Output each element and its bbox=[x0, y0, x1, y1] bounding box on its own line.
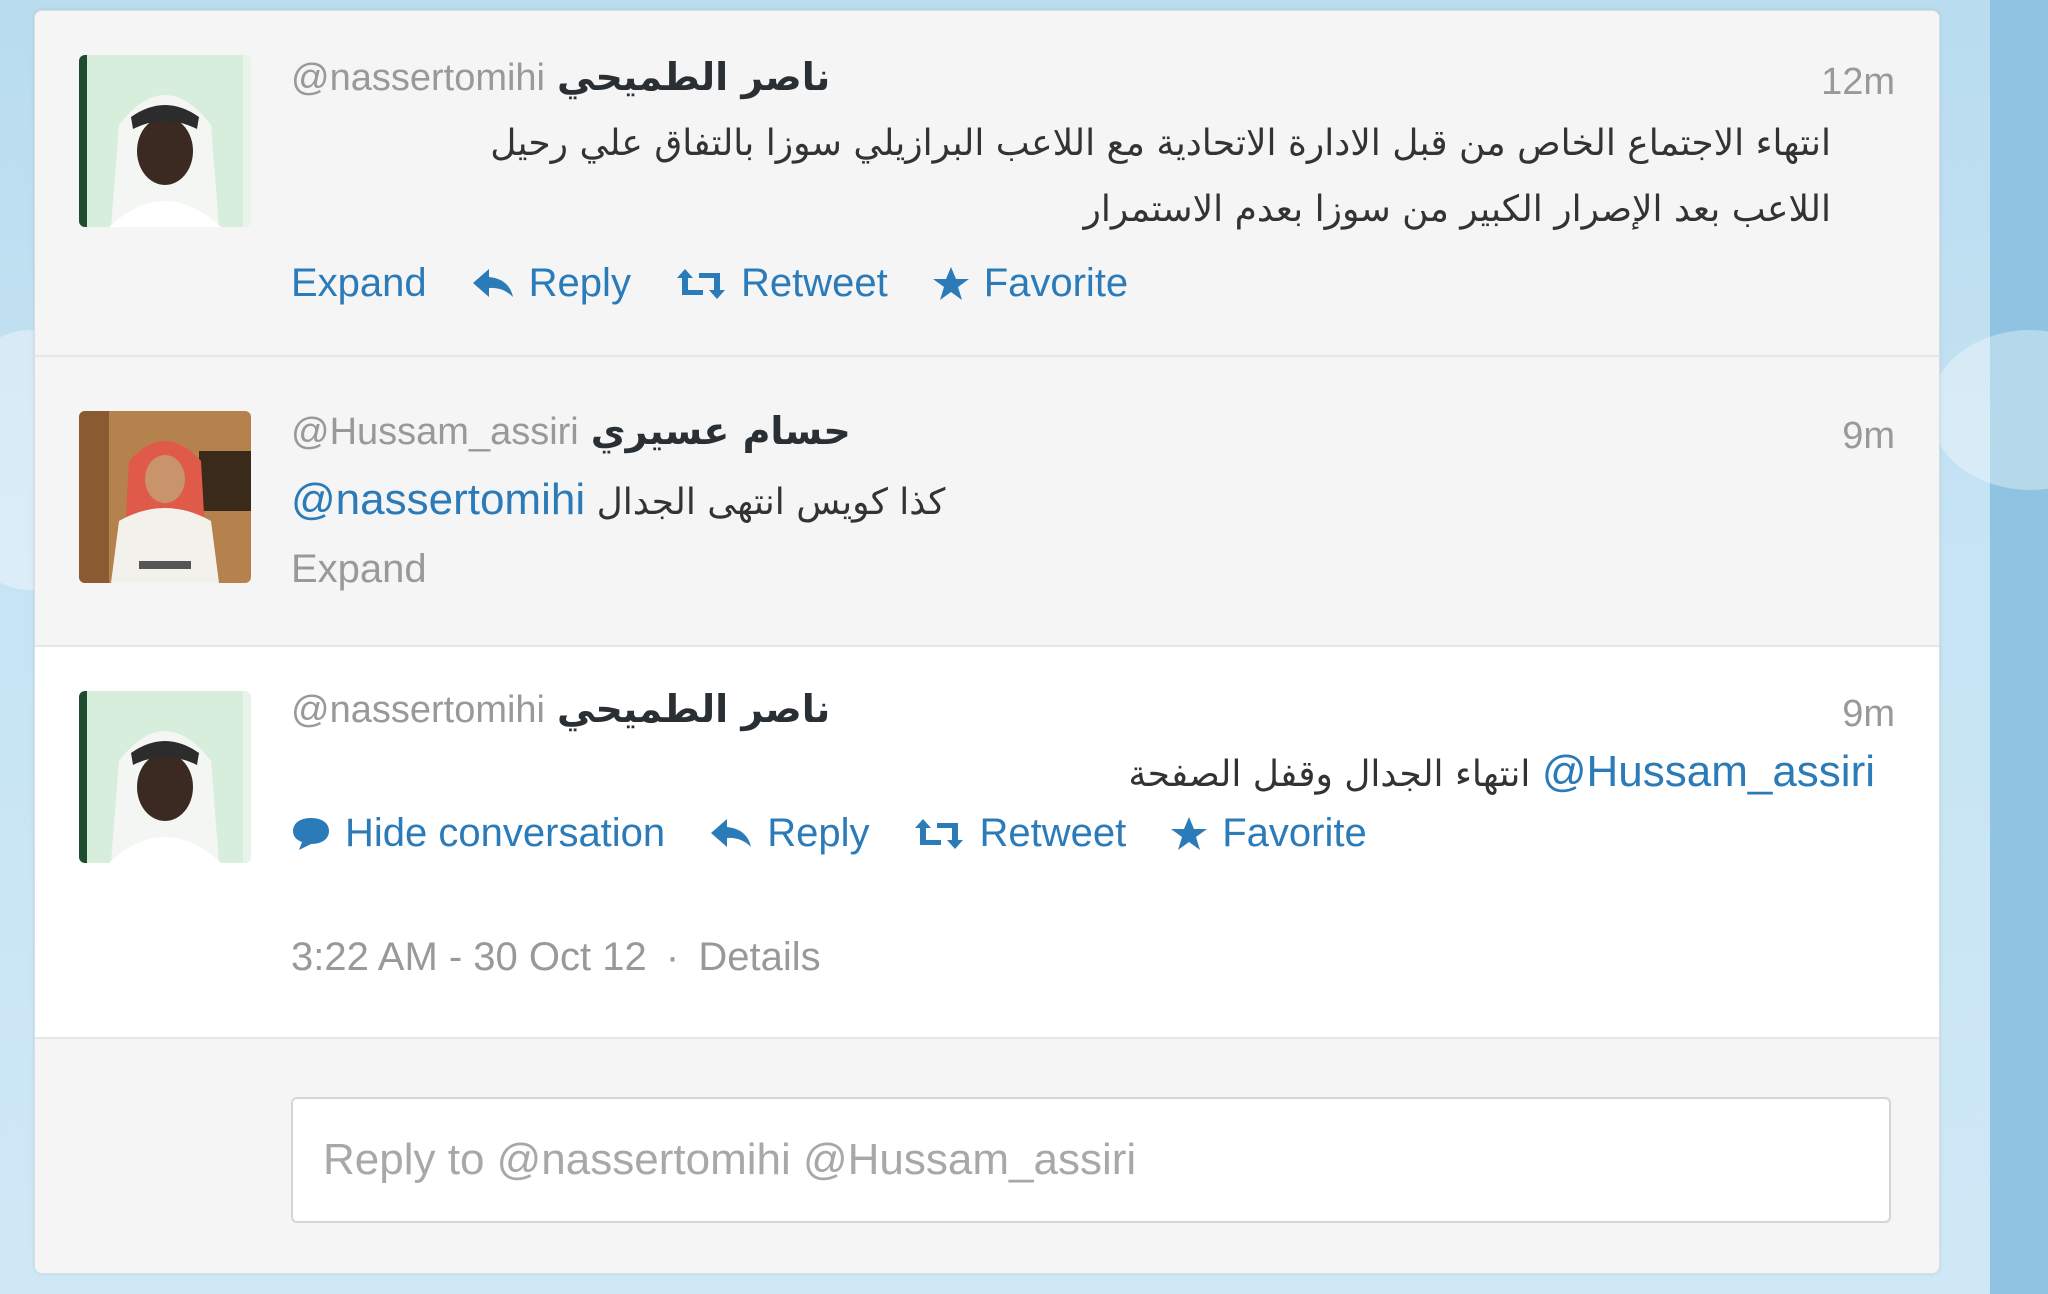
tweet-time[interactable]: 12m bbox=[1821, 61, 1895, 104]
tweet-header: @nassertomihi ناصر الطميحي bbox=[291, 687, 830, 732]
screen-name[interactable]: @Hussam_assiri bbox=[291, 411, 579, 453]
retweet-label: Retweet bbox=[979, 811, 1127, 855]
favorite-button[interactable]: Favorite bbox=[1170, 811, 1367, 856]
tweet-text-line: اللاعب بعد الإصرار الكبير من سوزا بعدم ا… bbox=[1083, 189, 1832, 230]
meta-separator: · bbox=[665, 935, 680, 979]
reply-area bbox=[35, 1039, 1939, 1273]
reply-input[interactable] bbox=[291, 1097, 1891, 1223]
tweet-text: انتهاء الاجتماع الخاص من قبل الادارة الا… bbox=[291, 111, 1831, 243]
tweet-text-line: انتهاء الاجتماع الخاص من قبل الادارة الا… bbox=[490, 123, 1831, 164]
favorite-label: Favorite bbox=[1222, 811, 1367, 855]
retweet-icon bbox=[676, 268, 725, 299]
star-icon bbox=[1171, 816, 1208, 850]
speech-bubble-icon bbox=[293, 817, 329, 850]
background-cloud bbox=[1930, 330, 2048, 490]
tweet-meta: 3:22 AM - 30 Oct 12 · Details bbox=[291, 935, 821, 980]
retweet-icon bbox=[915, 818, 964, 849]
tweet-text: @Hussam_assiri انتهاء الجدال وقفل الصفحة bbox=[995, 739, 1875, 808]
favorite-button[interactable]: Favorite bbox=[932, 261, 1129, 306]
mention-link[interactable]: @Hussam_assiri bbox=[1542, 747, 1875, 796]
hide-conversation-button[interactable]: Hide conversation bbox=[291, 811, 665, 856]
full-name[interactable]: ناصر الطميحي bbox=[557, 687, 830, 731]
star-icon bbox=[932, 266, 969, 300]
reply-label: Reply bbox=[528, 261, 631, 305]
full-name[interactable]: حسام عسيري bbox=[591, 409, 851, 453]
tweet[interactable]: @nassertomihi ناصر الطميحي 9m @Hussam_ass… bbox=[35, 647, 1939, 1039]
avatar[interactable] bbox=[79, 691, 251, 863]
favorite-label: Favorite bbox=[983, 261, 1129, 305]
tweet-time[interactable]: 9m bbox=[1842, 415, 1895, 458]
tweet-timestamp[interactable]: 3:22 AM - 30 Oct 12 bbox=[291, 935, 647, 979]
tweet-text-body: انتهاء الجدال وقفل الصفحة bbox=[1128, 754, 1531, 795]
reply-button[interactable]: Reply bbox=[471, 261, 631, 306]
expand-link[interactable]: Expand bbox=[291, 547, 427, 592]
expand-link[interactable]: Expand bbox=[291, 261, 427, 306]
screen-name[interactable]: @nassertomihi bbox=[291, 57, 545, 99]
reply-icon bbox=[711, 818, 752, 847]
tweet-header: @Hussam_assiri حسام عسيري bbox=[291, 409, 851, 454]
full-name[interactable]: ناصر الطميحي bbox=[557, 55, 830, 99]
retweet-button[interactable]: Retweet bbox=[675, 261, 888, 306]
tweet-text: @nassertomihi كذا كويس انتهى الجدال bbox=[291, 467, 945, 536]
avatar[interactable] bbox=[79, 411, 251, 583]
screen-name[interactable]: @nassertomihi bbox=[291, 689, 545, 731]
tweet-actions: Expand Reply Retweet Favorite bbox=[291, 261, 1172, 306]
tweet-header: @nassertomihi ناصر الطميحي bbox=[291, 55, 830, 100]
mention-link[interactable]: @nassertomihi bbox=[291, 475, 585, 524]
retweet-label: Retweet bbox=[740, 261, 888, 305]
retweet-button[interactable]: Retweet bbox=[913, 811, 1126, 856]
hide-conversation-label: Hide conversation bbox=[345, 811, 666, 855]
conversation-panel: @nassertomihi ناصر الطميحي 12m انتهاء الا… bbox=[34, 10, 1940, 1274]
background-stripe bbox=[1990, 0, 2048, 1294]
reply-button[interactable]: Reply bbox=[709, 811, 869, 856]
avatar[interactable] bbox=[79, 55, 251, 227]
reply-icon bbox=[472, 268, 513, 297]
tweet[interactable]: @nassertomihi ناصر الطميحي 12m انتهاء الا… bbox=[35, 11, 1939, 357]
details-link[interactable]: Details bbox=[698, 935, 820, 979]
reply-label: Reply bbox=[767, 811, 870, 855]
tweet-actions: Hide conversation Reply Retweet Favorite bbox=[291, 811, 1411, 856]
tweet-time[interactable]: 9m bbox=[1842, 693, 1895, 736]
tweet-text-body: كذا كويس انتهى الجدال bbox=[596, 482, 946, 523]
tweet[interactable]: @Hussam_assiri حسام عسيري 9m @nassertomih… bbox=[35, 357, 1939, 647]
